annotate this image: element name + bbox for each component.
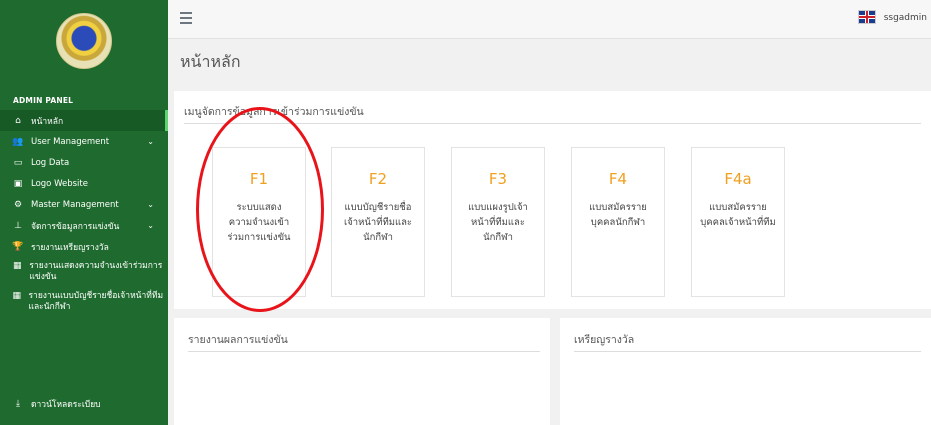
sidebar-item-home[interactable]: ⌂ หน้าหลัก (0, 110, 168, 131)
card-f3[interactable]: F3 แบบแผงรูปเจ้าหน้าที่ทีมและนักกีฬา (451, 147, 545, 297)
chevron-down-icon: ⌄ (147, 137, 154, 146)
card-description: แบบสมัครรายบุคคลเจ้าหน้าที่ทีม (700, 202, 776, 228)
sidebar-item-user-management[interactable]: 👥 User Management ⌄ (0, 131, 168, 152)
users-icon: 👥 (12, 136, 24, 147)
hdd-icon: ▭ (13, 157, 23, 168)
sidebar-item-label: User Management (31, 136, 110, 147)
card-code: F1 (249, 170, 269, 188)
chevron-down-icon: ⌄ (147, 200, 154, 209)
card-f2[interactable]: F2 แบบบัญชีรายชื่อเจ้าหน้าที่ทีมและนักกี… (331, 147, 425, 297)
card-code: F2 (368, 170, 388, 188)
home-icon: ⌂ (15, 115, 21, 126)
card-code: F4 (608, 170, 628, 188)
sidebar-item-logo-website[interactable]: ▣ Logo Website (0, 173, 168, 194)
sidebar-item-roster-report[interactable]: ▦ รายงานแบบบัญชีรายชื่อเจ้าหน้าที่ทีมและ… (0, 287, 168, 317)
sidebar-item-label: หน้าหลัก (31, 116, 64, 127)
sidebar-item-label: Logo Website (31, 178, 88, 189)
sitemap-icon: ⊥ (14, 220, 22, 231)
sidebar-item-label: จัดการข้อมูลการแข่งขัน (31, 221, 120, 232)
menu-toggle-icon[interactable] (180, 12, 192, 24)
sidebar-item-label: Master Management (31, 199, 119, 210)
divider (574, 351, 921, 352)
sidebar-item-label: ดาวน์โหลดระเบียบ (31, 399, 101, 410)
page-title: หน้าหลัก (180, 52, 241, 71)
competition-results-panel: รายงานผลการแข่งขัน (174, 318, 550, 425)
sidebar-item-label: รายงานแสดงความจำนงเข้าร่วมการแข่งขัน (29, 261, 163, 282)
download-icon: ⤓ (16, 398, 20, 409)
card-code: F3 (488, 170, 508, 188)
panel-title: รายงานผลการแข่งขัน (188, 334, 288, 346)
panel-title: เมนูจัดการข้อมูลการเข้าร่วมการแข่งขัน (184, 106, 364, 118)
panel-title: เหรียญรางวัล (574, 334, 635, 346)
image-icon: ▣ (13, 178, 23, 189)
card-f4[interactable]: F4 แบบสมัครรายบุคคลนักกีฬา (571, 147, 665, 297)
card-description: แบบบัญชีรายชื่อเจ้าหน้าที่ทีมและนักกีฬา (343, 202, 413, 243)
table-icon: ▦ (12, 291, 21, 301)
top-bar: ssgadmin (168, 0, 931, 39)
competition-menu-panel: เมนูจัดการข้อมูลการเข้าร่วมการแข่งขัน F1… (174, 91, 931, 309)
uk-flag-icon[interactable] (858, 10, 876, 24)
sidebar: ADMIN PANEL ⌂ หน้าหลัก 👥 User Management… (0, 0, 168, 425)
organization-logo[interactable] (56, 13, 112, 69)
divider (188, 351, 540, 352)
sidebar-item-competition-data[interactable]: ⊥ จัดการข้อมูลการแข่งขัน ⌄ (0, 215, 168, 236)
chevron-down-icon: ⌄ (147, 221, 154, 230)
trophy-icon: 🏆 (12, 241, 24, 252)
table-icon: ▦ (12, 261, 22, 271)
medal-panel: เหรียญรางวัล (560, 318, 931, 425)
username-label[interactable]: ssgadmin (884, 13, 927, 23)
sidebar-item-label: รายงานแบบบัญชีรายชื่อเจ้าหน้าที่ทีมและนั… (28, 291, 164, 312)
sidebar-item-intent-report[interactable]: ▦ รายงานแสดงความจำนงเข้าร่วมการแข่งขัน (0, 257, 168, 287)
card-f1[interactable]: F1 ระบบแสดงความจำนงเข้าร่วมการแข่งขัน (212, 147, 306, 297)
sidebar-item-label: Log Data (31, 157, 70, 168)
sidebar-item-log-data[interactable]: ▭ Log Data (0, 152, 168, 173)
card-code: F4a (724, 170, 752, 188)
sidebar-item-medal-report[interactable]: 🏆 รายงานเหรียญรางวัล (0, 236, 168, 257)
card-description: ระบบแสดงความจำนงเข้าร่วมการแข่งขัน (227, 202, 291, 243)
sidebar-item-download-rules[interactable]: ⤓ ดาวน์โหลดระเบียบ (0, 393, 168, 414)
sidebar-item-label: รายงานเหรียญรางวัล (31, 242, 109, 253)
sidebar-item-master-management[interactable]: ⚙ Master Management ⌄ (0, 194, 168, 215)
cogs-icon: ⚙ (13, 199, 23, 210)
card-description: แบบแผงรูปเจ้าหน้าที่ทีมและนักกีฬา (468, 202, 528, 243)
admin-panel-heading: ADMIN PANEL (13, 96, 74, 105)
divider (184, 123, 921, 124)
logo-area (0, 0, 168, 82)
card-description: แบบสมัครรายบุคคลนักกีฬา (589, 202, 647, 228)
card-f4a[interactable]: F4a แบบสมัครรายบุคคลเจ้าหน้าที่ทีม (691, 147, 785, 297)
